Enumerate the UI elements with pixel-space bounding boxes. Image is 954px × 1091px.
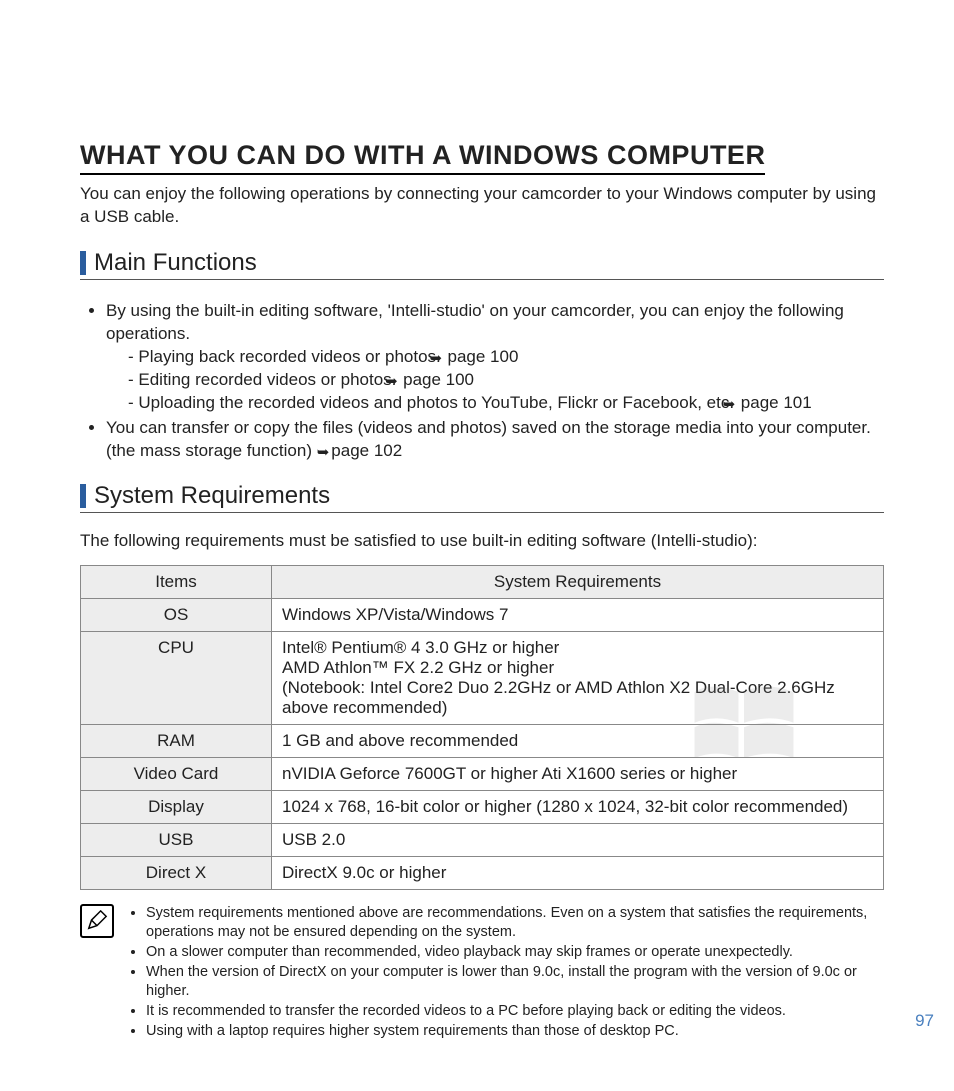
intro-text: You can enjoy the following operations b…: [80, 183, 884, 229]
page-ref: page 100: [403, 370, 474, 389]
heading-bar-icon: [80, 484, 86, 508]
list-text: By using the built-in editing software, …: [106, 301, 844, 343]
requirements-intro: The following requirements must be satis…: [80, 531, 884, 551]
sub-text: - Uploading the recorded videos and phot…: [128, 393, 739, 412]
subheading-label: Main Functions: [94, 249, 257, 277]
list-text: You can transfer or copy the files (vide…: [106, 418, 871, 460]
subheading-system-requirements: System Requirements: [80, 482, 884, 513]
table-row: CPU Intel® Pentium® 4 3.0 GHz or higherA…: [81, 632, 884, 725]
note-item: On a slower computer than recommended, v…: [146, 943, 884, 962]
table-cell-key: USB: [81, 824, 272, 857]
sub-item: - Editing recorded videos or photos. ➥pa…: [128, 369, 884, 392]
note-item: System requirements mentioned above are …: [146, 904, 884, 942]
notes-list: System requirements mentioned above are …: [128, 904, 884, 1041]
table-header: Items: [81, 566, 272, 599]
subheading-main-functions: Main Functions: [80, 249, 884, 280]
table-header: System Requirements: [272, 566, 884, 599]
page-number: 97: [915, 1011, 934, 1031]
main-functions-list: By using the built-in editing software, …: [80, 300, 884, 463]
sub-text: - Editing recorded videos or photos.: [128, 370, 401, 389]
heading-bar-icon: [80, 251, 86, 275]
table-cell-key: RAM: [81, 725, 272, 758]
table-row: Display 1024 x 768, 16-bit color or high…: [81, 791, 884, 824]
table-cell-value: nVIDIA Geforce 7600GT or higher Ati X160…: [272, 758, 884, 791]
table-cell-key: CPU: [81, 632, 272, 725]
table-cell-value: 1024 x 768, 16-bit color or higher (1280…: [272, 791, 884, 824]
table-cell-value: DirectX 9.0c or higher: [272, 857, 884, 890]
page-ref: page 100: [448, 347, 519, 366]
page-title: WHAT YOU CAN DO WITH A WINDOWS COMPUTER: [80, 140, 765, 175]
right-arrow-icon: ➥: [317, 443, 330, 463]
table-row: Direct X DirectX 9.0c or higher: [81, 857, 884, 890]
table-cell-key: Video Card: [81, 758, 272, 791]
requirements-table: Items System Requirements OS Windows XP/…: [80, 565, 884, 890]
note-item: Using with a laptop requires higher syst…: [146, 1022, 884, 1041]
note-item: When the version of DirectX on your comp…: [146, 963, 884, 1001]
notes-block: System requirements mentioned above are …: [80, 904, 884, 1041]
table-cell-value: USB 2.0: [272, 824, 884, 857]
sub-item: - Uploading the recorded videos and phot…: [128, 392, 884, 415]
table-row: OS Windows XP/Vista/Windows 7: [81, 599, 884, 632]
note-item: It is recommended to transfer the record…: [146, 1002, 884, 1021]
subheading-label: System Requirements: [94, 482, 330, 510]
sub-list: - Playing back recorded videos or photos…: [106, 346, 884, 415]
list-item: By using the built-in editing software, …: [106, 300, 884, 415]
sub-item: - Playing back recorded videos or photos…: [128, 346, 884, 369]
table-row: USB USB 2.0: [81, 824, 884, 857]
page-ref: page 101: [741, 393, 812, 412]
table-cell-key: OS: [81, 599, 272, 632]
table-header-row: Items System Requirements: [81, 566, 884, 599]
table-row: RAM 1 GB and above recommended: [81, 725, 884, 758]
table-cell-value: Windows XP/Vista/Windows 7: [272, 599, 884, 632]
sub-text: - Playing back recorded videos or photos…: [128, 347, 446, 366]
table-cell-value: Intel® Pentium® 4 3.0 GHz or higherAMD A…: [272, 632, 884, 725]
table-row: Video Card nVIDIA Geforce 7600GT or high…: [81, 758, 884, 791]
table-cell-key: Direct X: [81, 857, 272, 890]
table-cell-value: 1 GB and above recommended: [272, 725, 884, 758]
page-ref: page 102: [331, 441, 402, 460]
note-pencil-icon: [80, 904, 114, 938]
list-item: You can transfer or copy the files (vide…: [106, 417, 884, 463]
manual-page: WHAT YOU CAN DO WITH A WINDOWS COMPUTER …: [0, 0, 954, 1091]
table-cell-key: Display: [81, 791, 272, 824]
